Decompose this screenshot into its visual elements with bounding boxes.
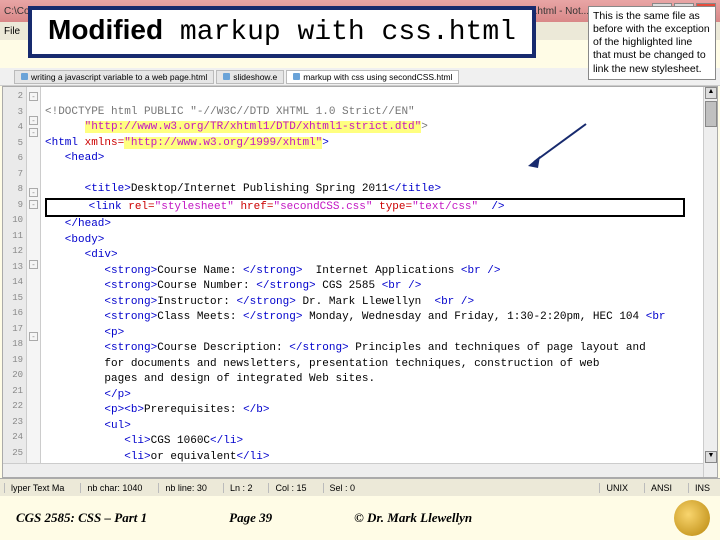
status-line: Ln : 2 [223,483,259,493]
annotation-text: This is the same file as before with the… [593,10,710,75]
scroll-thumb[interactable] [705,101,717,127]
fold-column: ------------------------- [27,87,41,477]
footer-author: © Dr. Mark Llewellyn [338,510,488,526]
highlighted-line: <link rel="stylesheet" href="secondCSS.c… [45,198,685,218]
code-editor[interactable]: 2345678910111213141516171819202122232425… [2,86,718,478]
annotation-callout: This is the same file as before with the… [588,6,716,80]
status-encoding: ANSI [644,483,678,493]
tab-2[interactable]: slideshow.e [216,70,284,84]
tab-1[interactable]: writing a javascript variable to a web p… [14,70,214,84]
line-number-gutter: 2345678910111213141516171819202122232425… [3,87,27,477]
status-sel: Sel : 0 [323,483,362,493]
scroll-up-icon[interactable]: ▲ [705,87,717,99]
status-nbline: nb line: 30 [158,483,213,493]
slide-footer: CGS 2585: CSS – Part 1 Page 39 © Dr. Mar… [0,496,720,540]
menu-file[interactable]: File [4,26,20,37]
slide-title-box: Modified markup with css.html [28,6,536,58]
status-nbchar: nb char: 1040 [80,483,148,493]
code-content[interactable]: <!DOCTYPE html PUBLIC "-//W3C//DTD XHTML… [41,87,717,477]
annotation-arrow-icon [528,122,588,172]
file-icon [293,73,300,80]
scroll-down-icon[interactable]: ▼ [705,451,717,463]
status-filetype: lyper Text Ma [4,483,70,493]
slide-title-mono: markup with css.html [163,17,516,48]
footer-course: CGS 2585: CSS – Part 1 [0,510,163,526]
file-icon [223,73,230,80]
footer-page: Page 39 [213,510,288,526]
file-icon [21,73,28,80]
status-col: Col : 15 [268,483,312,493]
vertical-scrollbar[interactable]: ▲ ▼ [703,87,717,477]
tab-3-active[interactable]: markup with css using secondCSS.html [286,70,459,84]
statusbar: lyper Text Ma nb char: 1040 nb line: 30 … [0,478,720,496]
university-logo-icon [674,500,710,536]
horizontal-scrollbar[interactable] [3,463,703,477]
status-eol: UNIX [599,483,634,493]
status-insert: INS [688,483,716,493]
slide-title-bold: Modified [48,14,163,45]
